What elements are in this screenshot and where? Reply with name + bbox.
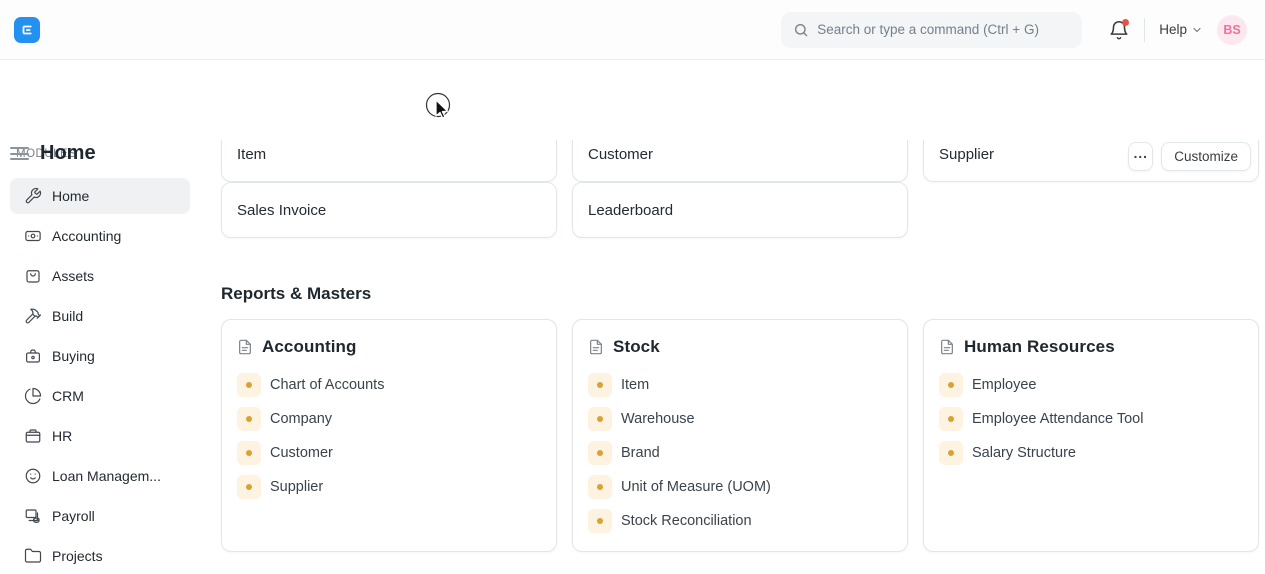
page-title: Home [40,142,96,165]
chevron-down-icon [1191,24,1203,36]
doctype-bullet-icon [939,441,963,465]
notifications-bell-icon[interactable] [1108,19,1130,41]
card-title: Human Resources [964,337,1115,357]
shortcut-row-1: Item Customer Supplier [221,140,1259,182]
topbar: Help BS [0,0,1265,60]
erpnext-logo-icon[interactable] [14,17,40,43]
reports-cards: Accounting Chart of Accounts Company Cus… [221,319,1259,552]
link-salary-structure[interactable]: Salary Structure [939,441,1243,465]
link-brand[interactable]: Brand [588,441,892,465]
card-human-resources: Human Resources Employee Employee Attend… [923,319,1259,552]
file-text-icon [588,339,604,355]
search-icon [793,22,809,38]
more-options-button[interactable]: ... [1128,142,1153,171]
link-employee[interactable]: Employee [939,373,1243,397]
link-chart-of-accounts[interactable]: Chart of Accounts [237,373,541,397]
link-employee-attendance-tool[interactable]: Employee Attendance Tool [939,407,1243,431]
card-title: Stock [613,337,660,357]
shortcut-sales-invoice[interactable]: Sales Invoice [221,182,557,238]
doctype-bullet-icon [939,407,963,431]
doctype-bullet-icon [237,373,261,397]
shortcut-customer[interactable]: Customer [572,140,908,182]
topbar-divider [1144,18,1145,42]
file-text-icon [939,339,955,355]
link-uom[interactable]: Unit of Measure (UOM) [588,475,892,499]
link-customer[interactable]: Customer [237,441,541,465]
global-search[interactable] [781,12,1082,48]
card-title: Accounting [262,337,357,357]
doctype-bullet-icon [588,509,612,533]
file-text-icon [237,339,253,355]
shortcut-item[interactable]: Item [221,140,557,182]
doctype-bullet-icon [588,475,612,499]
link-supplier[interactable]: Supplier [237,475,541,499]
page-header: Home ... Customize [0,60,1265,140]
help-menu[interactable]: Help [1159,22,1203,37]
avatar[interactable]: BS [1217,15,1247,45]
doctype-bullet-icon [588,373,612,397]
link-company[interactable]: Company [237,407,541,431]
doctype-bullet-icon [939,373,963,397]
search-input[interactable] [817,22,1070,37]
main-content: Item Customer Supplier Sales Invoice Lea… [0,140,1265,573]
doctype-bullet-icon [237,441,261,465]
card-stock: Stock Item Warehouse Brand Unit of Meas [572,319,908,552]
notification-dot [1122,19,1129,26]
customize-button[interactable]: Customize [1161,142,1251,171]
doctype-bullet-icon [237,475,261,499]
doctype-bullet-icon [237,407,261,431]
card-accounting: Accounting Chart of Accounts Company Cus… [221,319,557,552]
link-warehouse[interactable]: Warehouse [588,407,892,431]
doctype-bullet-icon [588,407,612,431]
sidebar-toggle-icon[interactable] [10,144,29,163]
link-stock-reconciliation[interactable]: Stock Reconciliation [588,509,892,533]
doctype-bullet-icon [588,441,612,465]
help-label: Help [1159,22,1187,37]
shortcut-leaderboard[interactable]: Leaderboard [572,182,908,238]
shortcut-row-2: Sales Invoice Leaderboard [221,182,1259,238]
reports-masters-heading: Reports & Masters [221,284,1259,304]
link-item[interactable]: Item [588,373,892,397]
